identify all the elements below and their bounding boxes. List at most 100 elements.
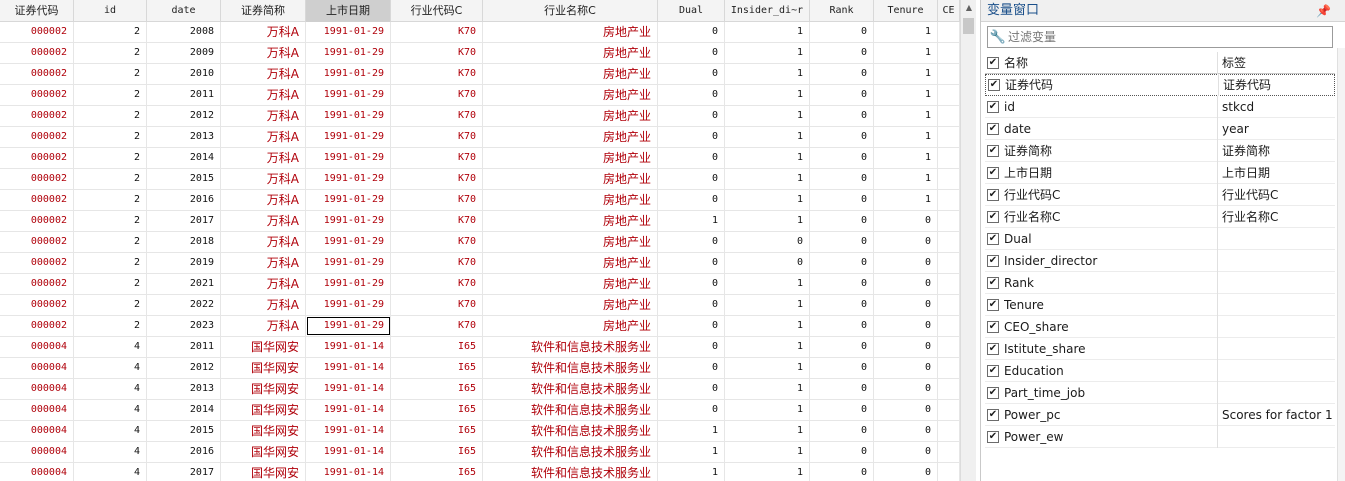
table-cell[interactable]: 1 <box>874 106 938 126</box>
filter-variables-box[interactable]: 🔧 <box>987 26 1333 48</box>
table-cell[interactable]: 2008 <box>147 22 221 42</box>
table-row[interactable]: 000004 4 2014 国华网安 1991-01-14 I65 软件和信息技术服务业 0 1… <box>0 400 960 421</box>
table-row[interactable]: 000002 2 2008 万科A 1991-01-29 K70 房地产业 0 1 0 1 <box>0 22 960 43</box>
table-cell[interactable]: 房地产业 <box>483 253 658 273</box>
table-cell[interactable]: 国华网安 <box>221 337 306 357</box>
variable-checkbox[interactable]: ✔ <box>987 320 999 333</box>
table-cell[interactable]: 1991-01-29 <box>306 106 391 126</box>
table-cell[interactable]: 0 <box>810 316 874 336</box>
table-cell-truncated[interactable] <box>938 211 960 231</box>
grid-vertical-scrollbar[interactable]: ▲ <box>960 0 976 481</box>
variable-row[interactable]: ✔ 上市日期 上市日期 <box>985 161 1335 184</box>
variable-row[interactable]: ✔ CEO_share <box>985 315 1335 338</box>
table-cell-truncated[interactable] <box>938 274 960 294</box>
table-cell[interactable]: 1 <box>658 463 725 481</box>
variable-row[interactable]: ✔ Power_pc Scores for factor 1 <box>985 403 1335 426</box>
table-cell[interactable]: 万科A <box>221 316 306 336</box>
filter-variables-input[interactable] <box>1008 30 1318 44</box>
table-cell[interactable]: K70 <box>391 127 483 147</box>
data-browser-grid[interactable]: 证券代码 id date 证券简称 上市日期 行业代码C 行业名称C Dual Insider_… <box>0 0 960 481</box>
table-cell-truncated[interactable] <box>938 64 960 84</box>
table-cell-truncated[interactable] <box>938 190 960 210</box>
table-cell[interactable]: 房地产业 <box>483 295 658 315</box>
table-cell-truncated[interactable] <box>938 232 960 252</box>
table-cell[interactable]: 2018 <box>147 232 221 252</box>
table-cell[interactable]: 000002 <box>0 106 74 126</box>
table-cell[interactable]: 2 <box>74 295 147 315</box>
table-cell[interactable]: 000004 <box>0 337 74 357</box>
table-cell[interactable]: 0 <box>658 400 725 420</box>
table-cell[interactable]: 房地产业 <box>483 190 658 210</box>
table-cell[interactable]: 万科A <box>221 127 306 147</box>
table-cell[interactable]: 1 <box>725 442 810 462</box>
table-cell[interactable]: 1 <box>874 22 938 42</box>
table-cell[interactable]: K70 <box>391 274 483 294</box>
table-cell[interactable]: 4 <box>74 379 147 399</box>
table-cell[interactable]: I65 <box>391 442 483 462</box>
table-cell-truncated[interactable] <box>938 358 960 378</box>
column-header-name[interactable]: 名称 <box>1004 51 1218 74</box>
table-cell-truncated[interactable] <box>938 316 960 336</box>
table-cell[interactable]: 1991-01-14 <box>306 442 391 462</box>
table-cell[interactable]: K70 <box>391 190 483 210</box>
table-cell[interactable]: 0 <box>658 253 725 273</box>
variable-row[interactable]: ✔ Power_ew <box>985 425 1335 448</box>
table-cell[interactable]: 1 <box>725 22 810 42</box>
table-row[interactable]: 000002 2 2017 万科A 1991-01-29 K70 房地产业 1 1 0 0 <box>0 211 960 232</box>
table-row[interactable]: 000004 4 2012 国华网安 1991-01-14 I65 软件和信息技术服务业 0 1… <box>0 358 960 379</box>
table-cell[interactable]: 0 <box>658 190 725 210</box>
column-header[interactable]: 行业代码C <box>391 0 483 22</box>
table-cell[interactable]: 000002 <box>0 295 74 315</box>
table-row[interactable]: 000002 2 2009 万科A 1991-01-29 K70 房地产业 0 1 0 1 <box>0 43 960 64</box>
table-cell[interactable]: 2 <box>74 22 147 42</box>
table-cell[interactable]: I65 <box>391 337 483 357</box>
table-cell-truncated[interactable] <box>938 85 960 105</box>
table-cell[interactable]: 0 <box>658 295 725 315</box>
table-cell[interactable]: 0 <box>874 421 938 441</box>
table-cell[interactable]: 2016 <box>147 442 221 462</box>
table-cell[interactable]: 2 <box>74 232 147 252</box>
table-cell[interactable]: 1 <box>725 43 810 63</box>
table-row[interactable]: 000002 2 2019 万科A 1991-01-29 K70 房地产业 0 0 0 0 <box>0 253 960 274</box>
variable-row[interactable]: ✔ 行业名称C 行业名称C <box>985 205 1335 228</box>
variable-checkbox[interactable]: ✔ <box>987 342 999 355</box>
table-cell[interactable]: 0 <box>658 127 725 147</box>
table-cell[interactable]: 国华网安 <box>221 463 306 481</box>
table-row[interactable]: 000002 2 2010 万科A 1991-01-29 K70 房地产业 0 1 0 1 <box>0 64 960 85</box>
table-cell[interactable]: 4 <box>74 337 147 357</box>
table-cell[interactable]: K70 <box>391 22 483 42</box>
grid-body[interactable]: 000002 2 2008 万科A 1991-01-29 K70 房地产业 0 1 0 1 00000… <box>0 22 960 481</box>
table-cell[interactable]: 000004 <box>0 400 74 420</box>
table-cell[interactable]: 国华网安 <box>221 358 306 378</box>
table-row[interactable]: 000004 4 2016 国华网安 1991-01-14 I65 软件和信息技术服务业 1 1… <box>0 442 960 463</box>
table-cell[interactable]: 000004 <box>0 421 74 441</box>
table-cell[interactable]: 0 <box>874 358 938 378</box>
table-cell[interactable]: 2009 <box>147 43 221 63</box>
table-cell[interactable]: 软件和信息技术服务业 <box>483 421 658 441</box>
variable-checkbox[interactable]: ✔ <box>987 122 999 135</box>
table-cell[interactable]: 1 <box>725 85 810 105</box>
table-cell[interactable]: 0 <box>658 43 725 63</box>
table-cell[interactable]: 000002 <box>0 211 74 231</box>
table-cell[interactable]: 软件和信息技术服务业 <box>483 463 658 481</box>
table-cell[interactable]: 1 <box>725 127 810 147</box>
table-cell[interactable]: 1 <box>874 127 938 147</box>
table-cell[interactable]: 1 <box>725 148 810 168</box>
table-row[interactable]: 000002 2 2022 万科A 1991-01-29 K70 房地产业 0 1 0 0 <box>0 295 960 316</box>
variable-row[interactable]: ✔ date year <box>985 117 1335 140</box>
table-cell[interactable]: 4 <box>74 463 147 481</box>
table-cell[interactable]: 0 <box>874 274 938 294</box>
table-cell[interactable]: 1 <box>725 421 810 441</box>
table-cell[interactable]: 0 <box>810 232 874 252</box>
table-cell-truncated[interactable] <box>938 22 960 42</box>
table-cell[interactable]: 2 <box>74 106 147 126</box>
table-cell[interactable]: 软件和信息技术服务业 <box>483 358 658 378</box>
table-cell[interactable]: 0 <box>874 295 938 315</box>
table-cell[interactable]: 1 <box>874 64 938 84</box>
table-cell[interactable]: 2 <box>74 253 147 273</box>
table-cell[interactable]: 2014 <box>147 400 221 420</box>
table-cell[interactable]: 2012 <box>147 358 221 378</box>
column-header[interactable]: id <box>74 0 147 22</box>
table-cell[interactable]: 2011 <box>147 337 221 357</box>
table-cell[interactable]: 1991-01-14 <box>306 400 391 420</box>
